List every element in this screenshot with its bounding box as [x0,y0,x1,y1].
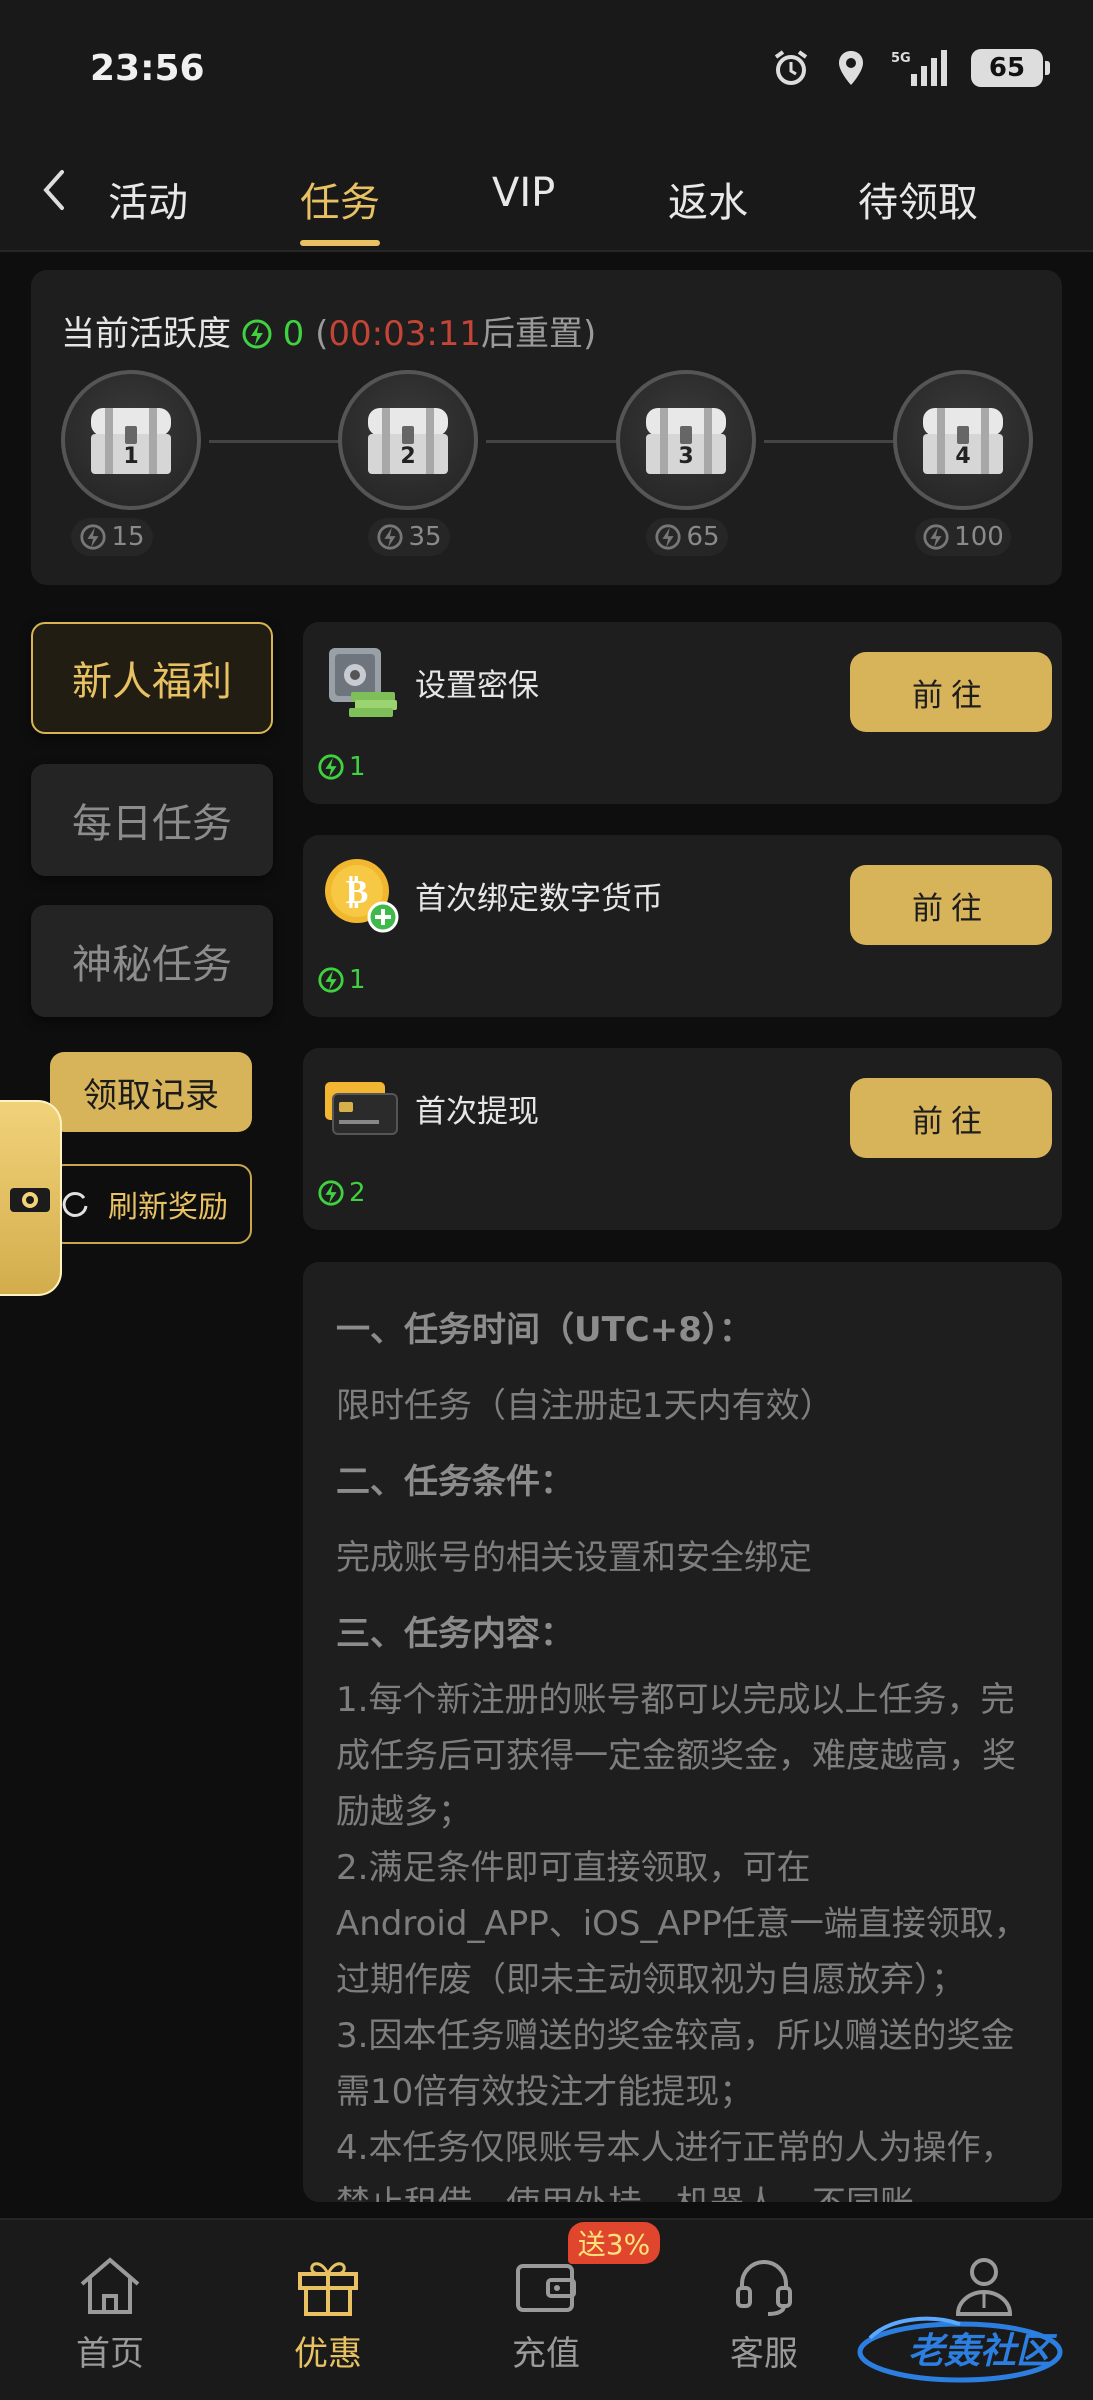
tab-rebate[interactable]: 返水 [668,170,748,228]
nav-label: 客服 [730,2334,798,2374]
rules-heading: 三、任务内容： [336,1614,574,1654]
activity-title: 当前活跃度 [61,314,231,354]
energy-bolt-icon [242,319,272,349]
tab-pending[interactable]: 待领取 [858,170,978,228]
alarm-icon [774,50,808,85]
clock: 23:56 [90,48,205,89]
watermark-text: 老轰社区 [908,2331,1053,2372]
gift-icon [298,2262,358,2316]
nav-label: 优惠 [294,2334,362,2374]
svg-text:5G: 5G [891,51,911,66]
task-points-value: 1 [349,965,366,995]
nav-support[interactable]: 客服 [694,2250,834,2375]
ticket-icon [10,1188,50,1212]
energy-bolt-icon [923,524,949,550]
energy-bolt-icon [318,967,344,993]
active-tab-indicator [300,240,380,246]
energy-bolt-icon [80,524,107,550]
chest-number: 3 [678,444,694,469]
bank-card-icon [325,1082,398,1135]
side-tab-mystery[interactable]: 神秘任务 [31,905,273,1017]
rules-text: 3.因本任务赠送的奖金较高，所以赠送的奖金需10倍有效投注才能提现； [336,2016,1015,2112]
go-button[interactable]: 前往 [850,652,1052,732]
floating-side-tab[interactable] [0,1100,62,1296]
chest-points: 15 [111,522,145,552]
status-bar: 23:56 5G 65 [0,0,1093,140]
task-label: 首次提现 [415,1094,539,1130]
nav-promotions[interactable]: 优惠 [258,2250,398,2375]
energy-bolt-icon [377,524,404,550]
svg-text:₿: ₿ [346,872,369,912]
nav-label: 充值 [512,2334,580,2374]
rules-text: 限时任务（自注册起1天内有效） [336,1386,834,1426]
rules-text: 完成账号的相关设置和安全绑定 [336,1538,812,1578]
location-icon [839,51,863,85]
nav-home[interactable]: 首页 [40,2250,180,2375]
nav-deposit[interactable]: 充值 [476,2250,616,2375]
activity-value: 0 [282,314,305,354]
chest-points: 100 [954,522,1004,552]
task-points: 1 [317,965,366,995]
task-points-value: 2 [349,1178,366,1208]
rules-text: 2.满足条件即可直接领取，可在Android_APP、iOS_APP任意一端直接… [336,1848,1028,2000]
chest-2[interactable]: 2 [338,370,478,510]
task-card: 设置密保 1 前往 [303,622,1062,804]
deposit-bonus-badge: 送3% [568,2222,660,2264]
chest-number: 1 [123,444,139,469]
chest-number: 2 [400,444,416,469]
chest-3[interactable]: 3 [616,370,756,510]
tab-tasks[interactable]: 任务 [300,170,380,228]
chest-points-badge: 35 [368,518,450,556]
task-card: 首次提现 2 前往 [303,1048,1062,1230]
chest-points-badge: 15 [71,518,153,556]
tab-vip[interactable]: VIP [492,170,555,216]
activity-card: 当前活跃度 0 (00:03:11后重置) 1 2 3 4 15 35 65 1… [31,270,1062,585]
nav-label: 首页 [76,2334,144,2374]
paren-open: ( [315,314,329,354]
chest-4[interactable]: 4 [893,370,1033,510]
reset-timer: 00:03:11 [328,314,482,354]
safe-icon [329,648,397,717]
rules-heading: 二、任务条件： [336,1462,574,1502]
claim-record-button[interactable]: 领取记录 [50,1052,252,1132]
energy-bolt-icon [318,754,344,780]
home-icon [80,2257,140,2314]
chest-points: 65 [686,522,720,552]
chest-points: 35 [408,522,442,552]
task-label: 设置密保 [415,668,539,704]
reset-text: 后重置) [481,314,597,354]
battery-indicator: 65 [971,49,1050,87]
side-tab-daily[interactable]: 每日任务 [31,764,273,876]
side-tab-newcomer[interactable]: 新人福利 [31,622,273,734]
chest-number: 4 [955,444,971,469]
activity-title-row: 当前活跃度 0 (00:03:11后重置) [61,306,596,355]
rules-heading: 一、任务时间（UTC+8）： [336,1310,753,1350]
task-rules-panel: 一、任务时间（UTC+8）： 限时任务（自注册起1天内有效） 二、任务条件： 完… [303,1262,1062,2202]
status-icons: 5G 65 [771,48,1050,88]
task-points-value: 1 [349,752,366,782]
headset-icon [736,2260,792,2316]
task-points: 1 [317,752,366,782]
tab-activity[interactable]: 活动 [108,170,188,228]
energy-bolt-icon [655,524,682,550]
go-button[interactable]: 前往 [850,1078,1052,1158]
chest-points-badge: 100 [915,518,1011,556]
top-tab-bar: 活动 任务 VIP 返水 待领取 [0,140,1093,252]
rules-text: 4.本任务仅限账号本人进行正常的人为操作，禁止租借、使用外挂、机器人、不同账 [336,2128,1015,2202]
task-card: ₿ 首次绑定数字货币 1 前往 [303,835,1062,1017]
task-points: 2 [317,1178,366,1208]
refresh-rewards-label: 刷新奖励 [108,1190,228,1225]
signal-5g-icon: 5G [891,50,947,86]
chest-points-badge: 65 [646,518,728,556]
back-arrow-icon[interactable] [30,160,80,220]
rules-text: 1.每个新注册的账号都可以完成以上任务，完成任务后可获得一定金额奖金，难度越高，… [336,1680,1016,1832]
task-label: 首次绑定数字货币 [415,881,663,917]
bitcoin-icon: ₿ [325,859,399,933]
chest-1[interactable]: 1 [61,370,201,510]
energy-bolt-icon [318,1180,344,1206]
refresh-icon [62,1191,88,1217]
go-button[interactable]: 前往 [850,865,1052,945]
